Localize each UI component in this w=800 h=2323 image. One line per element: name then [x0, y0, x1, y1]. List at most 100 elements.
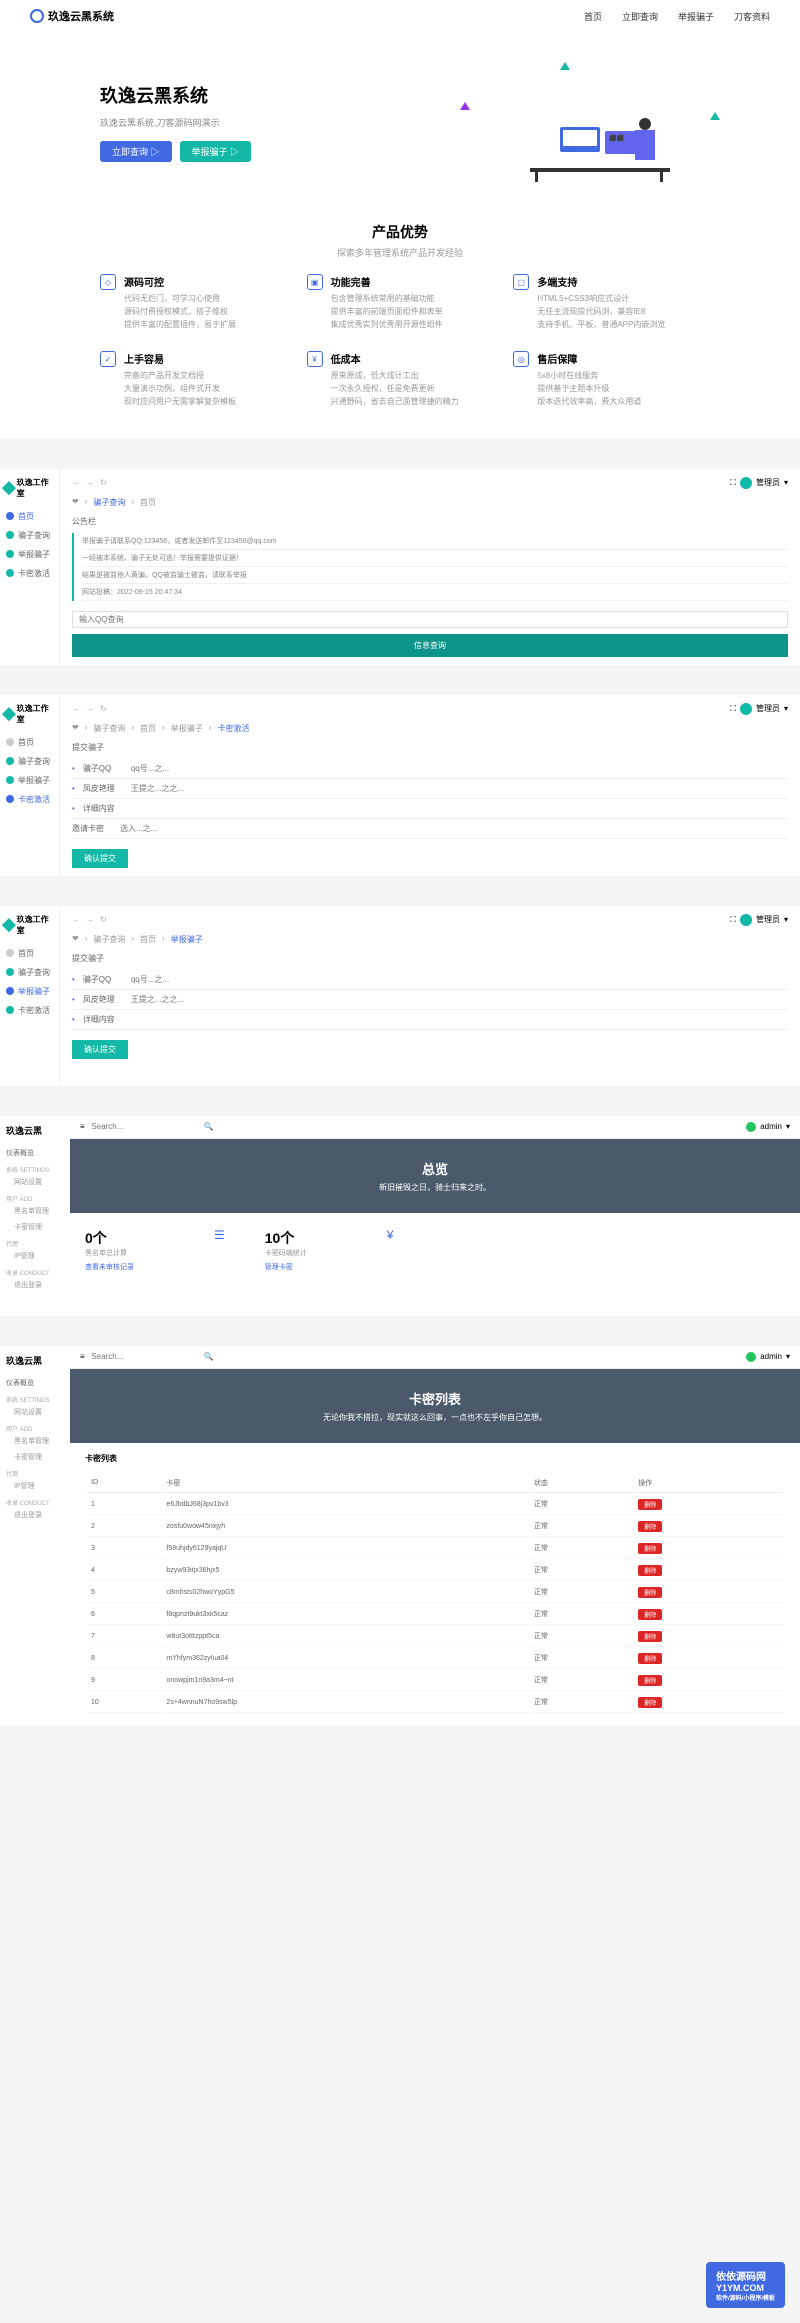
- table-row: 5c8mhsts02hwoYypG5正常删除: [87, 1583, 783, 1603]
- card-label: 邀请卡密: [72, 823, 112, 834]
- expand-icon[interactable]: ⛶: [730, 478, 736, 488]
- nav-link-profile[interactable]: 刀客资料: [734, 10, 770, 23]
- sidebar-settings[interactable]: 网站设置: [6, 1174, 64, 1190]
- submit-button[interactable]: 确认提交: [72, 849, 128, 868]
- breadcrumb-item[interactable]: ❤: [72, 934, 79, 945]
- back-icon[interactable]: ←: [72, 915, 80, 924]
- sidebar-item-0[interactable]: 首页: [4, 733, 55, 752]
- nav-link-query[interactable]: 立即查询: [622, 10, 658, 23]
- status-badge: 正常: [530, 1495, 632, 1515]
- sidebar-item-0[interactable]: 首页: [4, 507, 55, 526]
- feature-icon: ¥: [307, 351, 323, 367]
- avatar[interactable]: [740, 703, 752, 715]
- user-name[interactable]: 管理员: [756, 477, 780, 488]
- nav-link-report[interactable]: 举报骗子: [678, 10, 714, 23]
- breadcrumb-item[interactable]: 卡密激活: [217, 723, 249, 734]
- form-input-2[interactable]: [131, 1015, 788, 1024]
- search-input[interactable]: [91, 1122, 201, 1131]
- delete-button[interactable]: 删除: [638, 1609, 662, 1620]
- forward-icon[interactable]: →: [86, 915, 94, 924]
- sidebar-item-3[interactable]: 卡密激活: [4, 1001, 55, 1020]
- form-input-0[interactable]: [131, 764, 788, 773]
- sidebar-logout[interactable]: 退出登录: [6, 1277, 64, 1293]
- delete-button[interactable]: 删除: [638, 1587, 662, 1598]
- expand-icon[interactable]: ⛶: [730, 915, 736, 925]
- breadcrumb-item[interactable]: 首页: [140, 723, 156, 734]
- search-input[interactable]: [91, 1352, 201, 1361]
- sidebar-dashboard[interactable]: 仪表概览: [6, 1145, 64, 1161]
- breadcrumb-item[interactable]: 骗子查询: [93, 497, 125, 508]
- delete-button[interactable]: 删除: [638, 1499, 662, 1510]
- avatar[interactable]: [740, 914, 752, 926]
- stat-cards-link[interactable]: 管理卡密: [265, 1262, 307, 1272]
- sidebar-ip[interactable]: IP管理: [6, 1248, 64, 1264]
- status-badge: 正常: [530, 1671, 632, 1691]
- search-button[interactable]: 信息查询: [72, 634, 788, 657]
- refresh-icon[interactable]: ↻: [100, 915, 107, 924]
- sidebar-item-2[interactable]: 举报骗子: [4, 982, 55, 1001]
- expand-icon[interactable]: ⛶: [730, 704, 736, 714]
- panel-activate: 玖逸工作室 首页骗子查询举报骗子卡密激活 ←→↻ ⛶管理员▾ ❤›骗子查询›首页…: [0, 695, 800, 876]
- query-button[interactable]: 立即查询 ▷: [100, 141, 172, 162]
- sidebar-cards[interactable]: 卡密管理: [6, 1219, 64, 1235]
- sidebar-blacklist[interactable]: 黑名单管理: [6, 1203, 64, 1219]
- search-icon[interactable]: 🔍: [204, 1122, 214, 1131]
- form-input-0[interactable]: [131, 975, 788, 984]
- form-input-1[interactable]: [131, 784, 788, 793]
- qq-input[interactable]: [72, 611, 788, 628]
- admin-user[interactable]: admin: [760, 1122, 782, 1131]
- delete-button[interactable]: 删除: [638, 1675, 662, 1686]
- breadcrumb-item[interactable]: 骗子查询: [93, 723, 125, 734]
- table-header: 卡密: [162, 1474, 528, 1493]
- refresh-icon[interactable]: ↻: [100, 704, 107, 713]
- status-badge: 正常: [530, 1693, 632, 1713]
- sidebar-item-3[interactable]: 卡密激活: [4, 564, 55, 583]
- sidebar-icon: [6, 795, 14, 803]
- breadcrumb-item[interactable]: ❤: [72, 497, 79, 508]
- sidebar-item-2[interactable]: 举报骗子: [4, 771, 55, 790]
- form-input-2[interactable]: [131, 804, 788, 813]
- delete-button[interactable]: 删除: [638, 1631, 662, 1642]
- menu-icon[interactable]: ≡: [80, 1352, 85, 1361]
- table-title: 卡密列表: [85, 1453, 785, 1464]
- breadcrumb-item[interactable]: 举报骗子: [171, 934, 203, 945]
- breadcrumb-item[interactable]: 骗子查询: [93, 934, 125, 945]
- table-row: 6f8qpnzt9ukt3xk5caz正常删除: [87, 1605, 783, 1625]
- sidebar-item-0[interactable]: 首页: [4, 944, 55, 963]
- features-subtitle: 探索多年管理系统产品开发经验: [100, 246, 700, 259]
- sidebar: 玖逸工作室 首页骗子查询举报骗子卡密激活: [0, 469, 60, 665]
- sidebar-icon: [6, 757, 14, 765]
- sidebar-item-2[interactable]: 举报骗子: [4, 545, 55, 564]
- sidebar-dashboard[interactable]: 仪表概览: [6, 1375, 64, 1391]
- search-icon[interactable]: 🔍: [204, 1352, 214, 1361]
- nav-link-home[interactable]: 首页: [584, 10, 602, 23]
- stat-blacklist-num: 0个: [85, 1228, 134, 1248]
- delete-button[interactable]: 删除: [638, 1653, 662, 1664]
- breadcrumb-item[interactable]: ❤: [72, 723, 79, 734]
- delete-button[interactable]: 删除: [638, 1521, 662, 1532]
- sidebar-item-3[interactable]: 卡密激活: [4, 790, 55, 809]
- back-icon[interactable]: ←: [72, 704, 80, 713]
- breadcrumb-item[interactable]: 首页: [140, 934, 156, 945]
- form-input-1[interactable]: [131, 995, 788, 1004]
- sidebar-item-1[interactable]: 骗子查询: [4, 963, 55, 982]
- sidebar-item-1[interactable]: 骗子查询: [4, 752, 55, 771]
- breadcrumb-item[interactable]: 首页: [140, 497, 156, 508]
- sidebar-item-1[interactable]: 骗子查询: [4, 526, 55, 545]
- report-button[interactable]: 举报骗子 ▷: [180, 141, 252, 162]
- nav-links: 首页 立即查询 举报骗子 刀客资料: [584, 10, 770, 23]
- card-input[interactable]: [120, 824, 788, 833]
- forward-icon[interactable]: →: [86, 704, 94, 713]
- feature-icon: ✓: [100, 351, 116, 367]
- forward-icon[interactable]: →: [86, 478, 94, 487]
- delete-button[interactable]: 删除: [638, 1565, 662, 1576]
- refresh-icon[interactable]: ↻: [100, 478, 107, 487]
- menu-icon[interactable]: ≡: [80, 1122, 85, 1131]
- delete-button[interactable]: 删除: [638, 1543, 662, 1554]
- delete-button[interactable]: 删除: [638, 1697, 662, 1708]
- stat-blacklist-link[interactable]: 查看未审核记录: [85, 1262, 134, 1272]
- submit-button[interactable]: 确认提交: [72, 1040, 128, 1059]
- back-icon[interactable]: ←: [72, 478, 80, 487]
- breadcrumb-item[interactable]: 举报骗子: [171, 723, 203, 734]
- avatar[interactable]: [740, 477, 752, 489]
